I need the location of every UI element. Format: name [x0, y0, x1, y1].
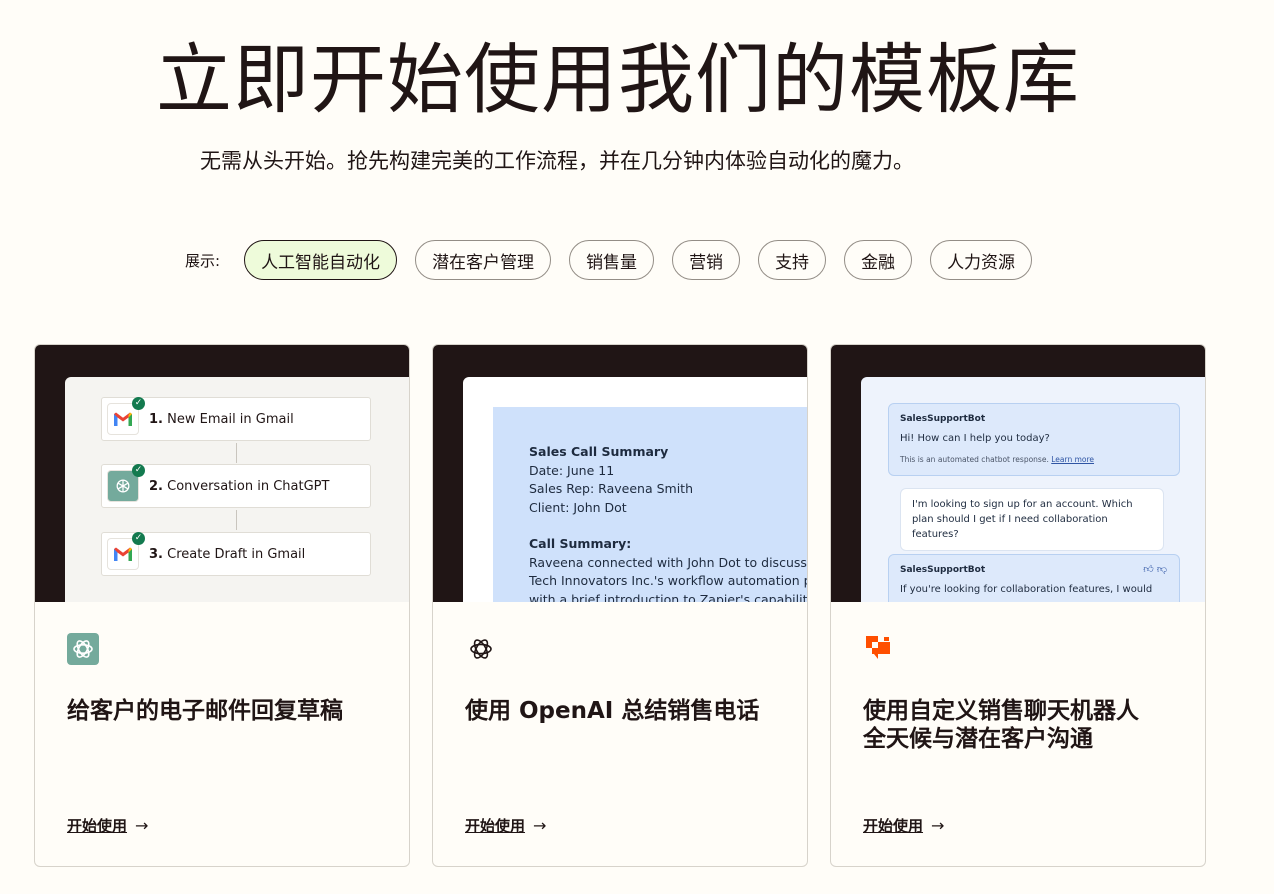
get-started-link[interactable]: 开始使用 →	[465, 815, 546, 836]
page-subtitle: 无需从头开始。抢先构建完美的工作流程，并在几分钟内体验自动化的魔力。	[200, 149, 914, 173]
doc-heading: Sales Call Summary	[529, 444, 669, 459]
filter-bar: 展示: 人工智能自动化 潜在客户管理 销售量 营销 支持 金融 人力资源	[185, 240, 1050, 280]
filter-pill-ai[interactable]: 人工智能自动化	[244, 240, 398, 280]
chatgpt-icon: ✓	[107, 464, 145, 502]
step-number: 1.	[149, 411, 163, 427]
thumbs-up-icon[interactable]: 👍︎	[1143, 564, 1153, 575]
chatgpt-icon	[67, 633, 101, 667]
cta-label: 开始使用	[863, 817, 924, 835]
check-icon: ✓	[132, 464, 145, 477]
card-preview: Sales Call Summary Date: June 11 Sales R…	[433, 345, 807, 602]
gmail-icon: ✓	[107, 397, 145, 435]
filter-pill-leads[interactable]: 潜在客户管理	[415, 240, 552, 280]
bot-message: SalesSupportBot Hi! How can I help you t…	[888, 403, 1180, 476]
gmail-icon: ✓	[107, 532, 145, 570]
doc-line: Tech Innovators Inc.'s workflow automati…	[529, 573, 807, 588]
connector-line	[236, 443, 237, 463]
learn-more-link[interactable]: Learn more	[1051, 455, 1094, 464]
doc-date: Date: June 11	[529, 462, 615, 478]
workflow-preview: ✓ 1. New Email in Gmail ✓ 2. Conversatio…	[65, 377, 409, 602]
chat-note: This is an automated chatbot response. L…	[900, 455, 1095, 464]
doc-line: with a brief introduction to Zapier's ca…	[529, 591, 807, 603]
filter-pill-marketing[interactable]: 营销	[672, 240, 741, 280]
step-label: Create Draft in Gmail	[167, 546, 306, 562]
bot-text: Hi! How can I help you today?	[900, 433, 1050, 444]
connector-line	[236, 510, 237, 530]
filter-pill-sales[interactable]: 销售量	[569, 240, 655, 280]
template-card-email-draft[interactable]: ✓ 1. New Email in Gmail ✓ 2. Conversatio…	[34, 344, 410, 867]
arrow-right-icon: →	[533, 816, 547, 835]
check-icon: ✓	[132, 532, 145, 545]
card-preview: SalesSupportBot Hi! How can I help you t…	[831, 345, 1205, 602]
cta-label: 开始使用	[67, 817, 128, 835]
card-title: 使用 OpenAI 总结销售电话	[465, 698, 760, 724]
bot-name: SalesSupportBot	[900, 565, 986, 575]
bot-text: If you're looking for collaboration feat…	[900, 584, 1153, 595]
workflow-step: ✓ 1. New Email in Gmail	[101, 397, 371, 441]
get-started-link[interactable]: 开始使用 →	[863, 815, 944, 836]
doc-line: Raveena connected with John Dot to discu…	[529, 554, 807, 570]
cta-label: 开始使用	[465, 817, 526, 835]
template-card-call-summary[interactable]: Sales Call Summary Date: June 11 Sales R…	[432, 344, 808, 867]
step-number: 3.	[149, 546, 163, 562]
step-label: New Email in Gmail	[167, 411, 294, 427]
step-number: 2.	[149, 478, 163, 494]
filter-pill-support[interactable]: 支持	[758, 240, 827, 280]
filter-label: 展示:	[185, 251, 221, 270]
bot-name: SalesSupportBot	[900, 414, 986, 424]
summary-document: Sales Call Summary Date: June 11 Sales R…	[493, 407, 807, 602]
doc-client: Client: John Dot	[529, 499, 627, 515]
page-title: 立即开始使用我们的模板库	[156, 35, 1080, 124]
card-title: 给客户的电子邮件回复草稿	[67, 698, 343, 724]
workflow-step: ✓ 3. Create Draft in Gmail	[101, 532, 371, 576]
arrow-right-icon: →	[931, 816, 945, 835]
arrow-right-icon: →	[135, 816, 149, 835]
doc-rep: Sales Rep: Raveena Smith	[529, 481, 693, 496]
openai-icon	[465, 633, 499, 667]
filter-pill-hr[interactable]: 人力资源	[930, 240, 1033, 280]
card-preview: ✓ 1. New Email in Gmail ✓ 2. Conversatio…	[35, 345, 409, 602]
check-icon: ✓	[132, 397, 145, 410]
chatbot-icon	[863, 633, 897, 667]
chat-preview: SalesSupportBot Hi! How can I help you t…	[861, 377, 1205, 602]
workflow-step: ✓ 2. Conversation in ChatGPT	[101, 464, 371, 508]
bot-message: SalesSupportBot If you're looking for co…	[888, 554, 1180, 602]
thumbs-down-icon[interactable]: 👎︎	[1157, 564, 1167, 575]
step-label: Conversation in ChatGPT	[167, 478, 330, 494]
card-title: 使用自定义销售聊天机器人全天候与潜在客户沟通	[863, 698, 1139, 752]
filter-pill-finance[interactable]: 金融	[844, 240, 913, 280]
template-card-sales-chatbot[interactable]: SalesSupportBot Hi! How can I help you t…	[830, 344, 1206, 867]
feedback-icons: 👍︎ 👎︎	[1143, 562, 1167, 577]
get-started-link[interactable]: 开始使用 →	[67, 815, 148, 836]
user-message: I'm looking to sign up for an account. W…	[900, 488, 1164, 551]
doc-section: Call Summary:	[529, 536, 632, 551]
